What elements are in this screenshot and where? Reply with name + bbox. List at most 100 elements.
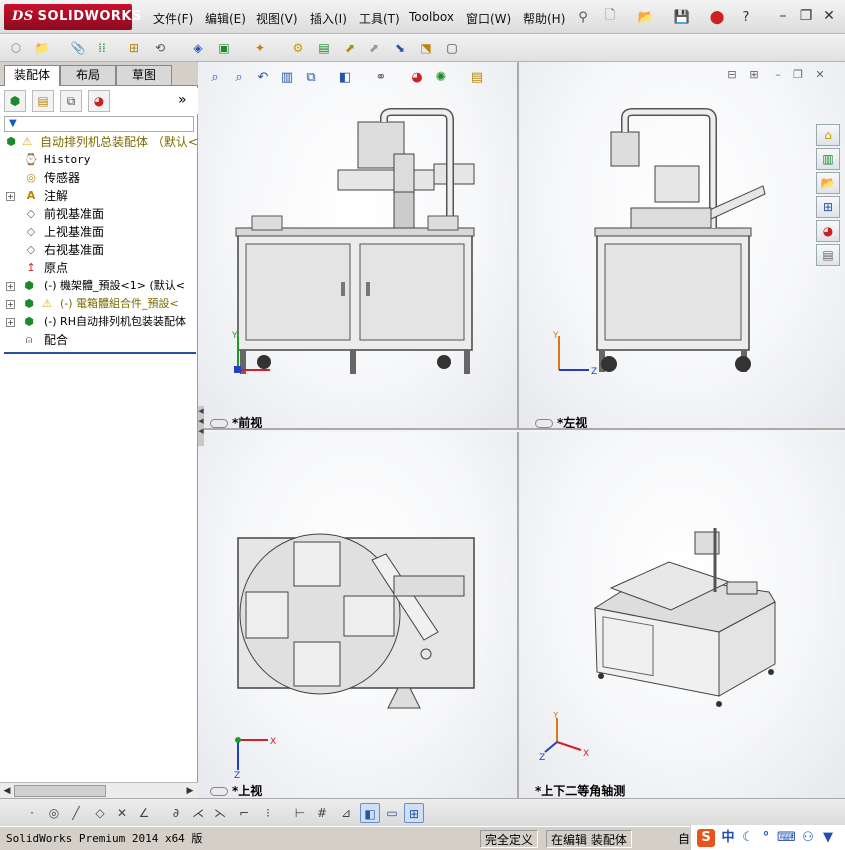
menu-file[interactable]: 文件(F) <box>153 10 193 27</box>
view-palette-icon[interactable]: ⊞ <box>816 196 840 218</box>
tree-item-packaging-subassembly[interactable]: + ⬢ (-) RH自动排列机包装装配体 <box>0 313 198 331</box>
zoom-to-area-icon[interactable]: ⌕ <box>230 69 248 87</box>
menu-window[interactable]: 窗口(W) <box>466 10 511 27</box>
design-library-icon[interactable]: ▥ <box>816 148 840 170</box>
scroll-left-icon[interactable]: ◀ <box>1 784 13 798</box>
custom-properties-icon[interactable]: ▤ <box>816 244 840 266</box>
tab-assembly[interactable]: 装配体 <box>4 65 60 86</box>
ime-language-indicator[interactable]: 中 <box>719 829 737 847</box>
eye-icon[interactable] <box>210 787 228 796</box>
pin-icon[interactable]: ⚲ <box>574 9 592 25</box>
move-component-icon[interactable]: ⟲ <box>150 38 170 58</box>
tab-sketch[interactable]: 草图 <box>116 65 172 85</box>
panel-horizontal-scrollbar[interactable]: ◀ ▶ <box>0 782 198 798</box>
restore-icon[interactable]: ❐ <box>798 8 814 24</box>
construction-icon[interactable]: ⁝ <box>258 803 278 823</box>
expand-toggle-icon[interactable]: + <box>6 318 15 327</box>
tree-item-annotations[interactable]: + A 注解 <box>0 187 198 205</box>
minimize-icon[interactable]: – <box>775 8 791 24</box>
menu-insert[interactable]: 插入(I) <box>310 10 347 27</box>
split-vertical-icon[interactable]: ⊟ <box>725 68 739 82</box>
keyboard-icon[interactable]: ⌨ <box>777 829 796 847</box>
edit-appearance-icon[interactable]: ◕ <box>408 69 426 87</box>
scroll-right-icon[interactable]: ▶ <box>184 784 196 798</box>
panel-collapse-grip[interactable]: ◀ ◀ ◀ <box>198 406 204 446</box>
viewport-minimize-icon[interactable]: – <box>771 68 785 82</box>
tab-layout[interactable]: 布局 <box>60 65 116 85</box>
previous-view-icon[interactable]: ↶ <box>254 69 272 87</box>
angle-icon[interactable]: ∠ <box>134 803 154 823</box>
expand-toggle-icon[interactable]: + <box>6 192 15 201</box>
tree-item-history[interactable]: ⌚ History <box>0 151 198 169</box>
view-orientation-icon[interactable]: ⧉ <box>302 69 320 87</box>
polygon-icon[interactable]: ◇ <box>90 803 110 823</box>
viewport-top[interactable]: X Z *上视 <box>198 432 519 798</box>
tree-root-assembly[interactable]: ⬢ ⚠ 自动排列机总装配体 （默认< <box>0 133 198 151</box>
relation-icon[interactable]: ⊿ <box>336 803 356 823</box>
save-icon[interactable]: 💾 <box>672 8 692 26</box>
view-settings-icon[interactable]: ▤ <box>468 69 486 87</box>
hide-show-items-icon[interactable]: ⚭ <box>372 69 390 87</box>
feature-manager-icon[interactable]: ⬢ <box>4 90 26 112</box>
exploded-view-icon[interactable]: ⬈ <box>340 38 360 58</box>
single-viewport-icon[interactable]: ▭ <box>382 803 402 823</box>
menu-tools[interactable]: 工具(T) <box>359 10 400 27</box>
punctuation-icon[interactable]: ° <box>757 829 775 847</box>
zoom-to-fit-icon[interactable]: ⌕ <box>206 69 224 87</box>
dimension-icon[interactable]: ⊢ <box>290 803 310 823</box>
point-icon[interactable]: · <box>22 803 42 823</box>
circle-icon[interactable]: ◎ <box>44 803 64 823</box>
property-manager-icon[interactable]: ▤ <box>32 90 54 112</box>
viewport-isometric[interactable]: Y X Z *上下二等角轴测 <box>519 432 845 798</box>
tree-item-electric-box-subassembly[interactable]: + ⬢ ⚠ (-) 電箱體組合件_預設< <box>0 295 198 313</box>
viewport-restore-icon[interactable]: ❐ <box>791 68 805 82</box>
solidworks-resources-icon[interactable]: ⌂ <box>816 124 840 146</box>
new-document-icon[interactable]: 🗋 <box>600 8 620 26</box>
bill-of-materials-icon[interactable]: ▤ <box>314 38 334 58</box>
show-hidden-icon[interactable]: ◈ <box>188 38 208 58</box>
corner-icon[interactable]: ⌐ <box>234 803 254 823</box>
spline-icon[interactable]: ∂ <box>166 803 186 823</box>
tree-item-top-plane[interactable]: ◇ 上视基准面 <box>0 223 198 241</box>
menu-view[interactable]: 视图(V) <box>256 10 298 27</box>
moon-icon[interactable]: ☾ <box>739 829 757 847</box>
tree-item-frame-subassembly[interactable]: + ⬢ (-) 機架體_預設<1> (默认< <box>0 277 198 295</box>
solidworks-logo[interactable]: DS SOLIDWORKS <box>4 4 141 30</box>
offset-icon[interactable]: ⋋ <box>210 803 230 823</box>
menu-toolbox[interactable]: Toolbox <box>409 10 454 24</box>
new-motion-study-icon[interactable]: ⚙ <box>288 38 308 58</box>
sogou-ime-logo[interactable]: S <box>697 829 715 847</box>
tree-item-front-plane[interactable]: ◇ 前视基准面 <box>0 205 198 223</box>
display-manager-icon[interactable]: ◕ <box>88 90 110 112</box>
grid-icon[interactable]: # <box>312 803 332 823</box>
apply-scene-icon[interactable]: ✺ <box>432 69 450 87</box>
four-viewport-icon[interactable]: ⊞ <box>404 803 424 823</box>
insert-component-icon[interactable]: ⬡ <box>6 38 26 58</box>
reference-geometry-icon[interactable]: ✦ <box>250 38 270 58</box>
expand-toggle-icon[interactable]: + <box>6 282 15 291</box>
close-icon[interactable]: ✕ <box>821 8 837 24</box>
assembly-features-icon[interactable]: ▣ <box>214 38 234 58</box>
tree-item-sensors[interactable]: ◎ 传感器 <box>0 169 198 187</box>
menu-help[interactable]: 帮助(H) <box>523 10 565 27</box>
display-style-icon[interactable]: ◧ <box>336 69 354 87</box>
mate-clip-icon[interactable]: 📎 <box>68 38 88 58</box>
file-explorer-icon[interactable]: 📂 <box>816 172 840 194</box>
hole-alignment-icon[interactable]: ▢ <box>442 38 462 58</box>
tree-item-right-plane[interactable]: ◇ 右视基准面 <box>0 241 198 259</box>
split-horizontal-icon[interactable]: ⊞ <box>747 68 761 82</box>
smart-fasteners-icon[interactable]: ⊞ <box>124 38 144 58</box>
explode-line-sketch-icon[interactable]: ⬈ <box>364 38 384 58</box>
section-view-icon[interactable]: ▥ <box>278 69 296 87</box>
linear-pattern-icon[interactable]: ⁞⁞ <box>92 38 112 58</box>
clearance-verification-icon[interactable]: ⬔ <box>416 38 436 58</box>
viewport-front[interactable]: Y *前视 <box>198 62 519 430</box>
configuration-manager-icon[interactable]: ⧉ <box>60 90 82 112</box>
tree-item-mates[interactable]: ⍝ 配合 <box>0 331 198 349</box>
expand-panel-icon[interactable]: » <box>178 92 187 108</box>
mirror-icon[interactable]: ⋌ <box>188 803 208 823</box>
interference-detection-icon[interactable]: ⬊ <box>390 38 410 58</box>
help-icon[interactable]: ? <box>736 8 756 26</box>
viewport-left[interactable]: Y Z *左视 ⊟ ⊞ – ❐ ✕ <box>519 62 845 430</box>
new-part-icon[interactable]: 📁 <box>32 38 52 58</box>
